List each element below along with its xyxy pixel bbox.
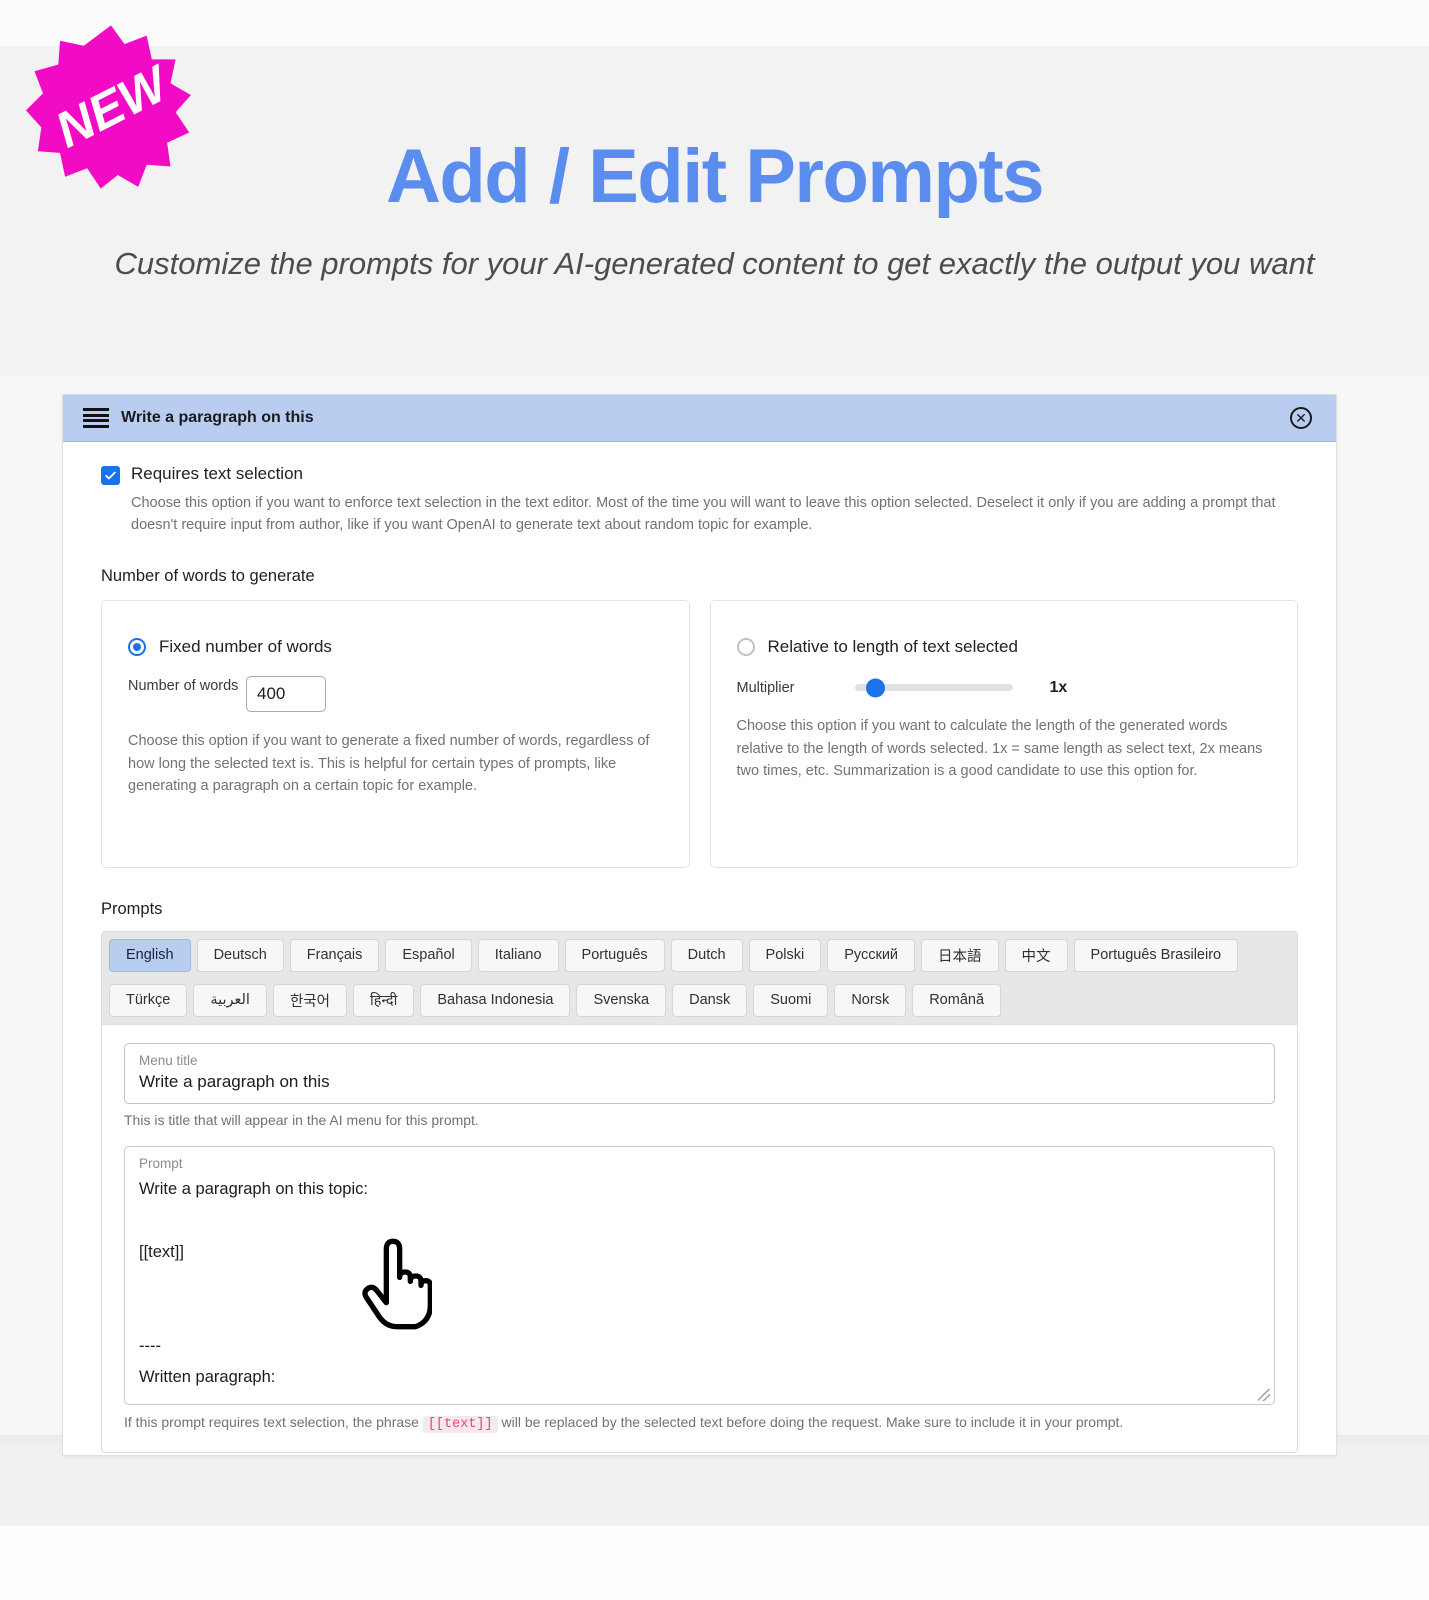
number-of-words-input[interactable]	[246, 675, 326, 712]
pointing-hand-icon	[362, 1238, 432, 1330]
multiplier-slider[interactable]	[854, 678, 1013, 698]
number-of-words-field-row: Number of words	[128, 675, 663, 712]
relative-length-help: Choose this option if you want to calcul…	[736, 717, 1263, 780]
number-of-words-label: Number of words	[128, 677, 239, 694]
menu-title-help: This is title that will appear in the AI…	[124, 1111, 479, 1128]
prompt-editor-header: Write a paragraph on this ✕	[63, 395, 1336, 442]
words-options-row: Fixed number of words Number of words Ch…	[101, 599, 1298, 868]
language-tab-norsk[interactable]: Norsk	[834, 983, 907, 1017]
bg-band-lower	[0, 1446, 1429, 1526]
requires-text-selection-checkbox[interactable]	[101, 466, 120, 485]
prompt-editor-title: Write a paragraph on this	[121, 409, 314, 426]
language-tab-हिन्दी[interactable]: हिन्दी	[353, 983, 415, 1017]
multiplier-slider-row: Multiplier 1x	[736, 678, 1272, 698]
fixed-words-option-card[interactable]: Fixed number of words Number of words Ch…	[101, 599, 690, 868]
language-tab-english[interactable]: English	[109, 938, 191, 972]
language-tab-日本語[interactable]: 日本語	[921, 938, 999, 972]
prompts-content: Menu title Write a paragraph on this Thi…	[102, 1025, 1297, 1452]
drag-handle-line	[83, 424, 109, 428]
hero-section: Add / Edit Prompts Customize the prompts…	[0, 0, 1429, 285]
relative-length-option-card[interactable]: Relative to length of text selected Mult…	[709, 599, 1298, 868]
prompts-panel: English Deutsch Français Español Italiano Por…	[101, 930, 1298, 1454]
fixed-words-radio-row[interactable]: Fixed number of words	[128, 637, 663, 657]
language-tab-suomi[interactable]: Suomi	[753, 983, 829, 1017]
drag-handle-line	[83, 408, 109, 411]
language-tab-română[interactable]: Română	[912, 983, 1002, 1017]
menu-title-field-value[interactable]: Write a paragraph on this	[139, 1072, 1260, 1092]
fixed-words-radio-label: Fixed number of words	[159, 636, 332, 656]
language-tab-dansk[interactable]: Dansk	[672, 983, 748, 1017]
fixed-words-radio[interactable]	[128, 637, 146, 656]
fixed-words-help: Choose this option if you want to genera…	[128, 732, 650, 795]
prompt-help-token: [[text]]	[422, 1416, 498, 1434]
prompt-help: If this prompt requires text selection, …	[124, 1414, 1275, 1434]
relative-length-radio-label: Relative to length of text selected	[767, 636, 1018, 656]
prompt-editor-body: Requires text selection Choose this opti…	[63, 442, 1336, 1454]
menu-title-field-label: Menu title	[139, 1052, 198, 1068]
language-tab-中文[interactable]: 中文	[1004, 938, 1068, 972]
drag-handle-icon[interactable]	[83, 408, 109, 428]
language-tab-français[interactable]: Français	[289, 938, 380, 972]
drag-handle-line	[83, 413, 109, 417]
multiplier-slider-thumb[interactable]	[865, 678, 885, 698]
language-tab-svenska[interactable]: Svenska	[576, 983, 667, 1017]
page-subtitle: Customize the prompts for your AI-genera…	[114, 246, 1315, 281]
drag-handle-line	[83, 419, 109, 423]
relative-length-radio-row[interactable]: Relative to length of text selected	[736, 636, 1272, 657]
new-badge-text-wrap: NEW	[26, 22, 196, 192]
prompt-textarea-field[interactable]: Prompt Write a paragraph on this topic: …	[124, 1145, 1275, 1406]
prompt-help-before: If this prompt requires text selection, …	[124, 1414, 419, 1431]
language-tab-العربية[interactable]: العربية	[193, 983, 267, 1017]
close-icon[interactable]: ✕	[1290, 407, 1312, 429]
language-tabs-bar: English Deutsch Français Español Italiano Por…	[102, 931, 1297, 1025]
page-title: Add / Edit Prompts	[386, 134, 1045, 219]
prompt-field-label: Prompt	[139, 1155, 183, 1171]
requires-text-selection-label: Requires text selection	[131, 464, 303, 483]
relative-length-radio[interactable]	[736, 637, 755, 656]
pointing-hand-cursor	[362, 1236, 432, 1332]
language-tab-italiano[interactable]: Italiano	[477, 938, 559, 972]
resize-grip-icon[interactable]	[1258, 1389, 1270, 1402]
requires-text-selection-row[interactable]: Requires text selection	[101, 464, 1298, 485]
new-badge-label: NEW	[46, 55, 176, 159]
words-section-label: Number of words to generate	[101, 566, 315, 585]
prompt-help-after: will be replaced by the selected text be…	[501, 1414, 1124, 1431]
language-tab-русский[interactable]: Русский	[827, 938, 916, 972]
prompts-section-label: Prompts	[101, 899, 163, 918]
multiplier-value: 1x	[1049, 678, 1068, 696]
bg-band-bottom	[0, 1526, 1429, 1600]
language-tab-türkçe[interactable]: Türkçe	[109, 983, 188, 1017]
language-tab-bahasa-indonesia[interactable]: Bahasa Indonesia	[420, 983, 571, 1017]
prompt-editor-card: Write a paragraph on this ✕ Requires tex…	[62, 394, 1337, 1456]
menu-title-field[interactable]: Menu title Write a paragraph on this	[124, 1042, 1275, 1104]
language-tab-dutch[interactable]: Dutch	[670, 938, 743, 972]
new-badge: NEW	[26, 22, 196, 192]
multiplier-label: Multiplier	[736, 679, 795, 696]
checkmark-icon	[105, 471, 116, 480]
prompt-field-value[interactable]: Write a paragraph on this topic: [[text]…	[139, 1174, 1260, 1393]
requires-text-selection-help: Choose this option if you want to enforc…	[131, 495, 1276, 534]
language-tab-português-brasileiro[interactable]: Português Brasileiro	[1073, 938, 1239, 972]
language-tab-português[interactable]: Português	[564, 938, 665, 972]
language-tab-polski[interactable]: Polski	[748, 938, 822, 972]
language-tab-español[interactable]: Español	[385, 938, 472, 972]
language-tab-deutsch[interactable]: Deutsch	[196, 938, 284, 972]
language-tab-한국어[interactable]: 한국어	[272, 983, 347, 1017]
